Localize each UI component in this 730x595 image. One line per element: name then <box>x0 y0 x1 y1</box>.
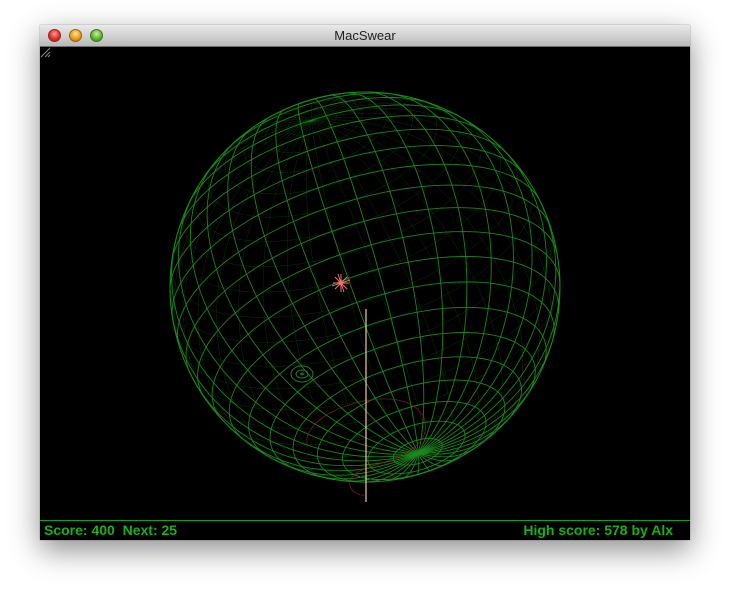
sphere-grid-line <box>341 401 487 481</box>
sphere-grid-line <box>311 116 559 332</box>
sphere-grid-line <box>458 115 482 186</box>
sphere-grid-line <box>367 420 466 475</box>
sphere-grid-line <box>269 332 536 471</box>
resize-grip-icon[interactable] <box>40 47 51 58</box>
high-score-value: 578 <box>604 522 628 538</box>
sphere-grid-line <box>208 151 425 218</box>
sphere-grid-line <box>183 185 465 267</box>
app-window: MacSwear Score: 400 Next: 25 High score:… <box>40 25 690 540</box>
sphere-grid-line <box>183 120 312 428</box>
score-value: 400 <box>91 522 115 538</box>
status-divider <box>40 520 690 521</box>
sphere-grid-line <box>176 115 485 236</box>
high-score-display: High score: 578 by Alx <box>523 522 673 538</box>
sphere-grid-line <box>286 120 384 482</box>
high-score-label: High score: <box>523 522 601 538</box>
score-display: Score: 400 Next: 25 <box>44 522 177 538</box>
high-score-holder: Alx <box>651 522 673 538</box>
sphere-grid-line <box>248 306 547 459</box>
sphere-grid-line <box>171 223 499 318</box>
hole-target <box>290 365 314 383</box>
sphere-playfield[interactable] <box>40 47 690 520</box>
next-value: 25 <box>161 522 178 538</box>
sphere-grid-line <box>511 174 533 245</box>
sphere-grid-line <box>292 356 522 481</box>
sphere-grid-line <box>311 120 480 458</box>
sphere-grid-line <box>264 99 363 154</box>
sphere-grid-line <box>176 120 312 237</box>
high-score-by: by <box>631 522 648 538</box>
sphere-grid-line <box>311 120 433 471</box>
sphere-grid-line <box>311 103 496 143</box>
sphere-grid-line <box>431 103 461 170</box>
title-bar[interactable]: MacSwear <box>40 25 690 47</box>
sphere-grid-line <box>418 269 561 454</box>
sphere-grid-line <box>531 227 553 288</box>
sphere-grid-line <box>311 108 538 197</box>
sphere-grid-line <box>535 338 554 371</box>
sphere-grid-line <box>243 94 388 173</box>
score-label: Score: <box>44 522 88 538</box>
sphere-grid-line <box>188 371 419 467</box>
sphere-grid-line <box>179 286 532 390</box>
next-label: Next: <box>122 522 158 538</box>
game-area[interactable]: Score: 400 Next: 25 High score: 578 by A… <box>40 47 690 540</box>
sphere-grid-line <box>529 367 543 389</box>
sphere-wireframe <box>169 91 561 483</box>
window-title: MacSwear <box>334 28 396 43</box>
